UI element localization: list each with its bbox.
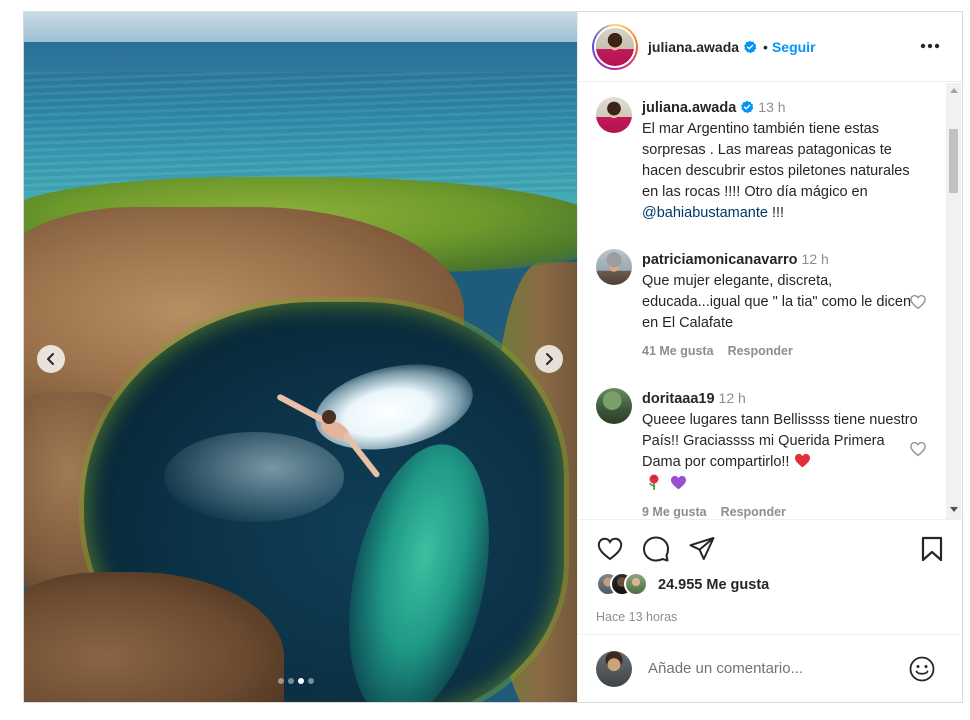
- follow-button[interactable]: Seguir: [772, 39, 816, 55]
- likers-avatars[interactable]: [596, 572, 656, 598]
- current-user-avatar: [596, 650, 632, 687]
- comment-icon[interactable]: [642, 535, 670, 563]
- liker-avatar: [624, 572, 648, 596]
- comment-username[interactable]: doritaaa19: [642, 391, 715, 407]
- comment-text: Queee lugares tann Bellissss tiene nuest…: [642, 412, 918, 470]
- more-horizontal-icon: [920, 43, 940, 49]
- comment-item: doritaaa19 12 h Queee lugares tann Bellis…: [594, 388, 934, 519]
- photo-sea-texture: [24, 72, 577, 192]
- post-photo[interactable]: [24, 12, 577, 702]
- chevron-right-icon: [546, 353, 553, 365]
- comment-input[interactable]: [648, 660, 888, 677]
- comment-avatar[interactable]: [596, 249, 632, 285]
- post-actions: 24.955 Me gusta Hace 13 horas: [578, 519, 962, 634]
- heart-icon[interactable]: [596, 535, 624, 563]
- more-options-button[interactable]: [918, 34, 942, 58]
- comment-avatar[interactable]: [596, 388, 632, 424]
- carousel-dot: [308, 678, 314, 684]
- author-avatar[interactable]: [592, 23, 638, 70]
- carousel-next-button[interactable]: [535, 345, 563, 373]
- carousel-prev-button[interactable]: [37, 345, 65, 373]
- comment-time[interactable]: 12 h: [719, 390, 746, 406]
- comment-reply-button[interactable]: Responder: [728, 344, 793, 358]
- post-modal: juliana.awada • Seguir juliana.awada 13 …: [23, 11, 963, 703]
- caption-username[interactable]: juliana.awada: [642, 100, 736, 116]
- chevron-left-icon: [47, 353, 54, 365]
- comment-likes[interactable]: 41 Me gusta: [642, 344, 714, 358]
- photo-swimmer-head: [322, 410, 336, 424]
- verified-badge-icon: [741, 100, 754, 114]
- caption-mention-link[interactable]: @bahiabustamante: [642, 205, 768, 221]
- likes-count[interactable]: 24.955 Me gusta: [658, 577, 769, 593]
- comments-list[interactable]: juliana.awada 13 h El mar Argentino tamb…: [578, 83, 962, 519]
- post-caption: juliana.awada 13 h El mar Argentino tamb…: [594, 97, 934, 224]
- share-icon[interactable]: [688, 535, 716, 563]
- purple-heart-emoji: [671, 475, 687, 490]
- caption-text: El mar Argentino también tiene estas sor…: [642, 121, 910, 200]
- comments-scrollbar[interactable]: [946, 83, 961, 519]
- scroll-down-arrow-icon[interactable]: [950, 507, 958, 512]
- post-time-ago[interactable]: Hace 13 horas: [596, 610, 677, 624]
- red-heart-emoji: [794, 453, 810, 468]
- comment-item: patriciamonicanavarro 12 h Que mujer eleg…: [594, 249, 934, 358]
- smiley-icon[interactable]: [908, 655, 936, 683]
- carousel-dot: [298, 678, 304, 684]
- carousel-dot: [278, 678, 284, 684]
- comment-like-heart-icon[interactable]: [909, 440, 927, 458]
- comment-text: Que mujer elegante, discreta, educada...…: [642, 273, 912, 331]
- comment-time[interactable]: 12 h: [802, 251, 829, 267]
- comment-username[interactable]: patriciamonicanavarro: [642, 252, 798, 268]
- author-username[interactable]: juliana.awada: [648, 39, 739, 55]
- carousel-dot: [288, 678, 294, 684]
- comment-likes[interactable]: 9 Me gusta: [642, 505, 707, 519]
- post-details-panel: juliana.awada • Seguir juliana.awada 13 …: [577, 12, 962, 702]
- comment-meta: 9 Me gusta Responder: [642, 505, 934, 519]
- caption-time[interactable]: 13 h: [758, 99, 785, 115]
- rose-emoji: [649, 474, 659, 490]
- photo-foam: [164, 432, 344, 522]
- add-comment-bar: [578, 634, 962, 702]
- bookmark-icon[interactable]: [918, 535, 946, 563]
- scroll-up-arrow-icon[interactable]: [950, 88, 958, 93]
- verified-badge-icon: [744, 40, 757, 53]
- post-header: juliana.awada • Seguir: [578, 12, 962, 82]
- header-separator: •: [763, 38, 768, 55]
- comment-reply-button[interactable]: Responder: [721, 505, 786, 519]
- comment-like-heart-icon[interactable]: [909, 293, 927, 311]
- caption-text-end: !!!: [767, 205, 785, 221]
- scroll-thumb[interactable]: [949, 129, 958, 193]
- caption-avatar[interactable]: [596, 97, 632, 133]
- carousel-dots: [278, 678, 314, 684]
- comment-meta: 41 Me gusta Responder: [642, 344, 934, 358]
